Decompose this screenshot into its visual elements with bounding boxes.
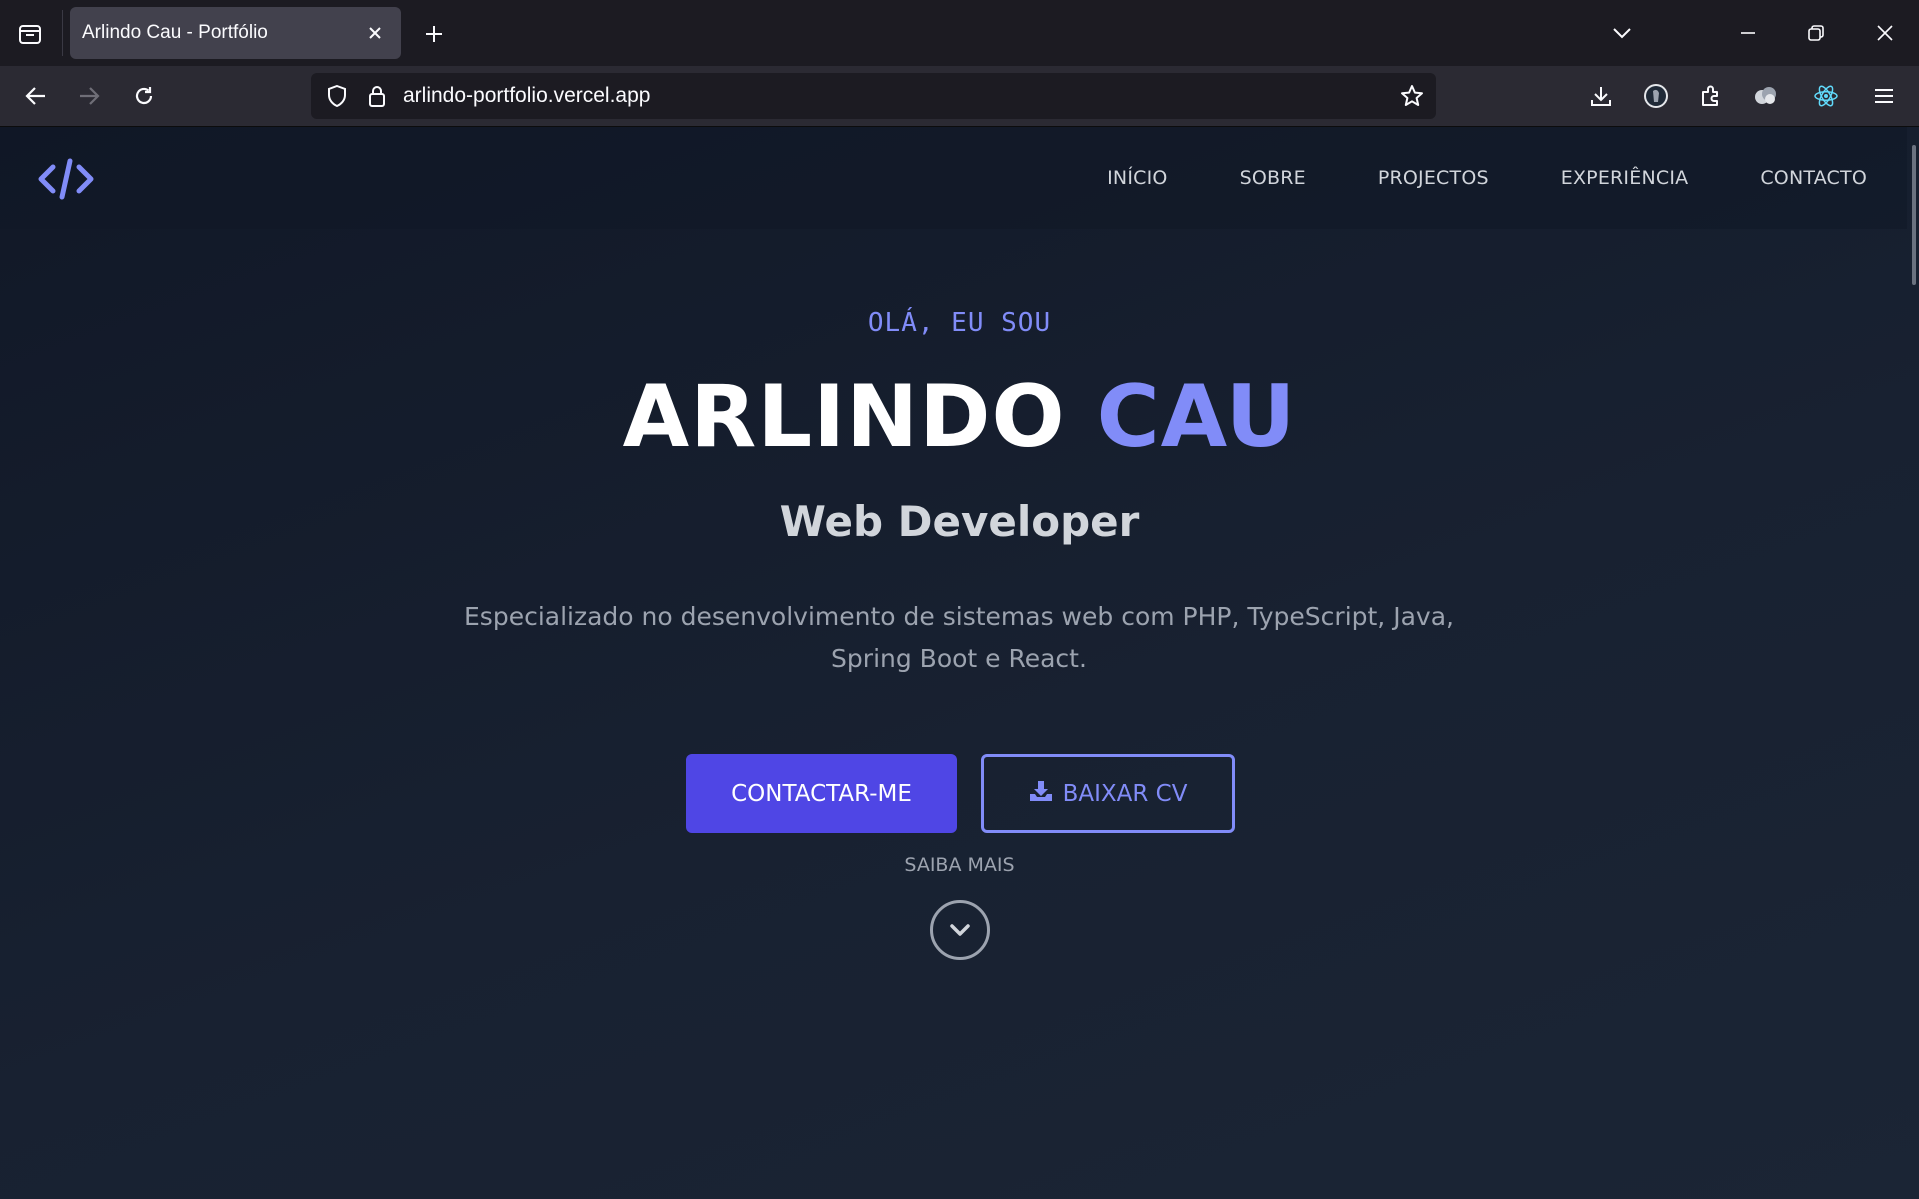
download-cv-button-label: BAIXAR CV	[1062, 780, 1188, 807]
extensions-puzzle-icon[interactable]	[1688, 73, 1734, 119]
reload-icon[interactable]	[121, 73, 167, 119]
learn-more-label: SAIBA MAIS	[904, 854, 1015, 876]
contact-me-button[interactable]: CONTACTAR-ME	[686, 754, 957, 833]
downloads-icon[interactable]	[1578, 73, 1624, 119]
back-arrow-icon[interactable]	[13, 73, 59, 119]
close-tab-icon[interactable]	[361, 19, 389, 47]
site-header: INÍCIO SOBRE PROJECTOS EXPERIÊNCIA CONTA…	[0, 127, 1907, 229]
site-nav: INÍCIO SOBRE PROJECTOS EXPERIÊNCIA CONTA…	[1107, 127, 1867, 229]
close-window-icon[interactable]	[1861, 10, 1909, 56]
tab-list-chevron-down-icon[interactable]	[1598, 10, 1646, 56]
nav-link-experiencia[interactable]: EXPERIÊNCIA	[1561, 167, 1689, 189]
hero-name-last: CAU	[1096, 367, 1297, 467]
firefox-view-icon[interactable]	[8, 14, 52, 54]
hero-description: Especializado no desenvolvimento de sist…	[464, 602, 1454, 673]
nav-link-contacto[interactable]: CONTACTO	[1760, 167, 1867, 189]
nav-link-sobre[interactable]: SOBRE	[1240, 167, 1306, 189]
contact-me-button-label: CONTACTAR-ME	[731, 780, 912, 807]
hero-greeting: OLÁ, EU SOU	[867, 308, 1052, 338]
hamburger-menu-icon[interactable]	[1861, 73, 1907, 119]
minimize-icon[interactable]	[1724, 10, 1772, 56]
nav-link-inicio[interactable]: INÍCIO	[1107, 167, 1167, 189]
scroll-down-chevron-icon[interactable]	[930, 900, 990, 960]
hero-role: Web Developer	[779, 497, 1140, 546]
tracking-protection-shield-icon[interactable]	[323, 82, 351, 110]
page-scrollbar[interactable]	[1907, 127, 1919, 1199]
forward-arrow-icon[interactable]	[66, 73, 112, 119]
scrollbar-thumb[interactable]	[1912, 145, 1916, 285]
browser-tab-bar: Arlindo Cau - Portfólio	[0, 0, 1919, 66]
browser-toolbar: arlindo-portfolio.vercel.app	[0, 66, 1919, 126]
tab-title: Arlindo Cau - Portfólio	[82, 22, 268, 43]
nav-link-projectos[interactable]: PROJECTOS	[1378, 167, 1489, 189]
extension-cloud-icon[interactable]	[1743, 73, 1789, 119]
active-tab[interactable]: Arlindo Cau - Portfólio	[70, 7, 401, 59]
react-devtools-icon[interactable]	[1803, 73, 1849, 119]
lock-icon[interactable]	[363, 82, 391, 110]
account-avatar-icon[interactable]	[1633, 73, 1679, 119]
download-cv-button[interactable]: BAIXAR CV	[981, 754, 1235, 833]
url-text[interactable]: arlindo-portfolio.vercel.app	[403, 84, 650, 108]
hero-name-first: ARLINDO	[622, 367, 1066, 467]
hero-name: ARLINDO CAU	[0, 367, 1919, 467]
download-icon	[1029, 780, 1053, 808]
restore-window-icon[interactable]	[1792, 10, 1840, 56]
tab-separator	[62, 10, 63, 56]
page-viewport: INÍCIO SOBRE PROJECTOS EXPERIÊNCIA CONTA…	[0, 127, 1919, 1199]
bookmark-star-icon[interactable]	[1398, 82, 1426, 110]
new-tab-plus-icon[interactable]	[414, 14, 454, 54]
address-bar[interactable]: arlindo-portfolio.vercel.app	[311, 73, 1436, 119]
code-brackets-logo-icon[interactable]	[36, 153, 96, 205]
